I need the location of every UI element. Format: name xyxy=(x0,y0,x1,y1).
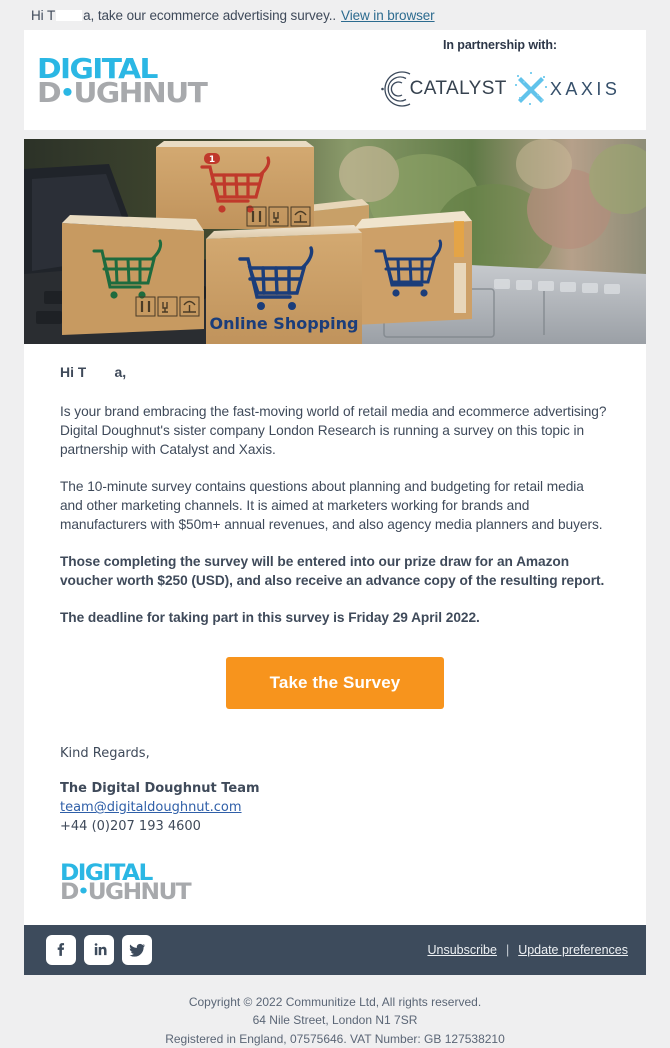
partnership-block: In partnership with: CATALYST XAXIS xyxy=(369,38,631,108)
twitter-button[interactable] xyxy=(122,934,152,965)
footer-bar: Unsubscribe | Update preferences xyxy=(24,924,646,975)
hero-image: 1 Online Shopping xyxy=(24,139,646,344)
twitter-icon xyxy=(129,943,146,957)
social-links xyxy=(46,934,152,965)
unsubscribe-link[interactable]: Unsubscribe xyxy=(427,943,496,957)
hero-box-top: 1 xyxy=(156,141,314,229)
greeting-redacted-name xyxy=(86,365,115,377)
brand-logo[interactable]: DIGITAL D•UGHNUT xyxy=(37,54,208,106)
email-header: DIGITAL D•UGHNUT In partnership with: CA… xyxy=(24,30,646,130)
team-phone-text: +44 (0)207 193 4600 xyxy=(60,818,201,834)
body-paragraph-1: Is your brand embracing the fast-moving … xyxy=(60,404,607,458)
copyright-line-3: Registered in England, 07575646. VAT Num… xyxy=(165,1031,505,1046)
hero-badge-number: 1 xyxy=(209,155,215,165)
logo-line-doughnut: D•UGHNUT xyxy=(37,76,208,109)
logo-dot-icon: • xyxy=(60,81,75,106)
catalyst-wordmark: CATALYST xyxy=(409,78,507,99)
linkedin-button[interactable] xyxy=(84,934,114,965)
take-survey-button[interactable]: Take the Survey xyxy=(225,657,445,710)
footer-links: Unsubscribe | Update preferences xyxy=(427,943,628,957)
hero-illustration: 1 Online Shopping xyxy=(24,139,646,344)
header-hero-gap xyxy=(24,130,646,139)
copyright-line-2: 64 Nile Street, London N1 7SR xyxy=(252,1013,418,1028)
greeting: Hi T a, xyxy=(60,364,610,380)
greeting-prefix: Hi T xyxy=(60,364,87,380)
xaxis-x-icon xyxy=(514,72,547,105)
footer-brand-logo[interactable]: DIGITAL D•UGHNUT xyxy=(37,862,610,903)
view-in-browser-link[interactable]: View in browser xyxy=(341,8,435,23)
linkedin-icon xyxy=(94,943,107,956)
footer-link-separator: | xyxy=(505,942,510,957)
update-preferences-link[interactable]: Update preferences xyxy=(518,943,628,957)
copyright-line-1: Copyright © 2022 Communitize Ltd, All ri… xyxy=(188,994,482,1009)
hero-box-right xyxy=(354,211,472,325)
hero-box-text: Online Shopping xyxy=(210,314,359,333)
xaxis-logo: XAXIS xyxy=(514,72,621,106)
preheader: Hi T a, take our ecommerce advertising su… xyxy=(0,0,670,30)
footer-logo-dot-icon: • xyxy=(77,881,90,902)
catalyst-logo: CATALYST xyxy=(380,70,507,108)
team-name-text: The Digital Doughnut Team xyxy=(60,781,260,797)
footer-logo-line-doughnut: D•UGHNUT xyxy=(60,879,192,905)
facebook-button[interactable] xyxy=(46,934,76,965)
cta-row: Take the Survey xyxy=(60,657,610,710)
preheader-text-after: a, take our ecommerce advertising survey… xyxy=(83,7,337,23)
facebook-icon xyxy=(57,943,64,956)
body-paragraph-2: The 10-minute survey contains questions … xyxy=(60,479,603,533)
email-card: DIGITAL D•UGHNUT In partnership with: CA… xyxy=(24,30,646,975)
redacted-name-block xyxy=(56,9,83,21)
catalyst-arc-icon xyxy=(380,71,410,107)
partnership-label: In partnership with: xyxy=(443,38,557,52)
preheader-text-before: Hi T xyxy=(31,7,56,23)
body-paragraph-4: The deadline for taking part in this sur… xyxy=(60,610,480,626)
signature-block: Kind Regards, The Digital Doughnut Team … xyxy=(60,745,610,836)
team-email-link[interactable]: team@digitaldoughnut.com xyxy=(60,800,242,815)
copyright-block: Copyright © 2022 Communitize Ltd, All ri… xyxy=(0,975,670,1048)
hero-box-center: Online Shopping xyxy=(206,225,362,344)
kind-regards-text: Kind Regards, xyxy=(60,746,150,762)
xaxis-wordmark: XAXIS xyxy=(549,78,621,99)
greeting-suffix: a, xyxy=(114,364,127,380)
email-body: Hi T a, Is your brand embracing the fast-… xyxy=(24,344,646,925)
hero-box-left xyxy=(62,215,204,335)
body-paragraph-3: Those completing the survey will be ente… xyxy=(60,554,605,589)
